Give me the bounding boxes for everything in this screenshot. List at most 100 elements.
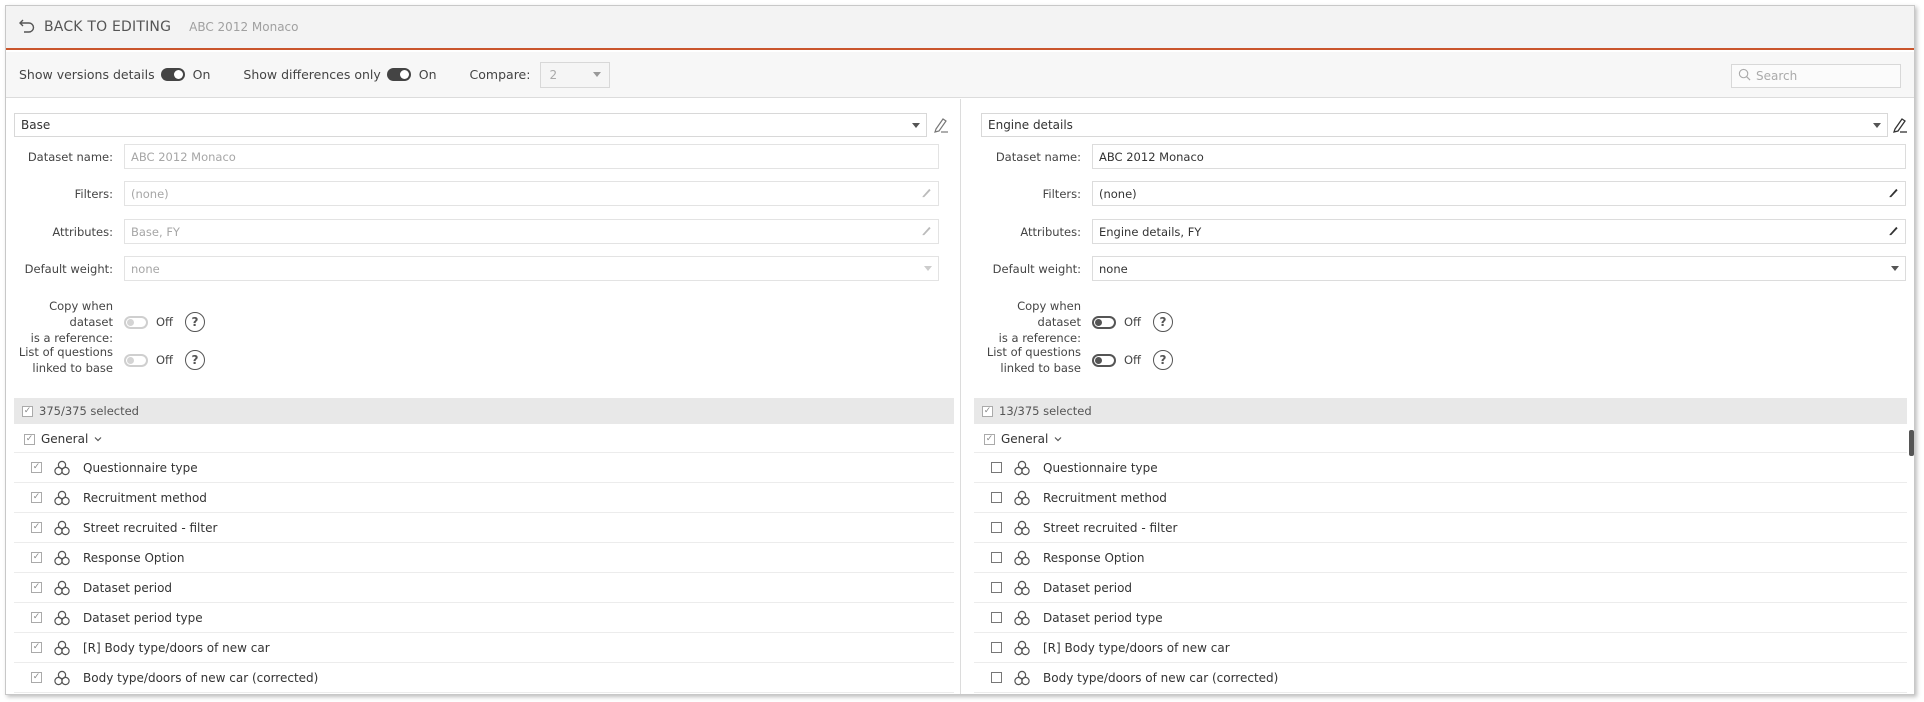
- item-label: Body type/doors of new car (corrected): [83, 670, 319, 685]
- copy-reference-toggle[interactable]: [1092, 315, 1116, 329]
- variable-cluster-icon: [1014, 610, 1030, 625]
- version-select[interactable]: Engine details: [981, 113, 1888, 137]
- version-select[interactable]: Base: [14, 113, 927, 137]
- item-checkbox[interactable]: [991, 612, 1002, 623]
- variable-cluster-icon: [1014, 520, 1030, 535]
- linked-base-label-line1: List of questions: [986, 345, 1081, 359]
- show-versions-state: On: [192, 67, 211, 82]
- item-checkbox: [31, 492, 42, 503]
- list-item[interactable]: Dataset period: [974, 573, 1907, 603]
- filters-value: (none): [1099, 186, 1137, 201]
- variable-cluster-icon: [1014, 460, 1030, 475]
- item-checkbox[interactable]: [991, 582, 1002, 593]
- help-icon[interactable]: ?: [1152, 312, 1173, 332]
- select-all-checkbox[interactable]: [982, 405, 993, 417]
- filters-label: Filters:: [1042, 186, 1081, 201]
- filters-field[interactable]: (none): [1092, 181, 1906, 206]
- help-icon[interactable]: ?: [184, 350, 205, 370]
- list-item[interactable]: Body type/doors of new car (corrected): [974, 663, 1907, 693]
- show-differences-toggle[interactable]: [386, 68, 411, 81]
- list-item[interactable]: Questionnaire type: [974, 453, 1907, 483]
- group-label: General: [41, 432, 89, 446]
- item-checkbox[interactable]: [991, 642, 1002, 653]
- help-icon[interactable]: ?: [1152, 350, 1173, 370]
- default-weight-row: Default weight: none: [974, 256, 1906, 281]
- linked-base-label-line1: List of questions: [18, 345, 113, 359]
- group-checkbox[interactable]: [984, 433, 995, 445]
- attributes-field[interactable]: Engine details, FY: [1092, 219, 1906, 244]
- default-weight-label: Default weight:: [992, 261, 1081, 276]
- dataset-name-label: Dataset name:: [27, 149, 113, 164]
- selection-summary-bar: 375/375 selected: [14, 398, 954, 424]
- variable-cluster-icon: [1014, 670, 1030, 685]
- item-checkbox[interactable]: [991, 462, 1002, 473]
- linked-base-toggle: [124, 353, 148, 367]
- variable-cluster-icon: [54, 610, 70, 625]
- dataset-name-row: Dataset name: ABC 2012 Monaco: [6, 144, 939, 169]
- question-list: Questionnaire type Recruitment method St…: [974, 453, 1907, 693]
- list-item[interactable]: [R] Body type/doors of new car: [974, 633, 1907, 663]
- copy-reference-row: Copy when dataset is a reference: Off ?: [974, 298, 1173, 346]
- filters-value: (none): [131, 186, 169, 201]
- edit-pen-icon[interactable]: [1891, 115, 1909, 135]
- variable-cluster-icon: [54, 490, 70, 505]
- variable-cluster-icon: [1014, 640, 1030, 655]
- list-item[interactable]: Recruitment method: [974, 483, 1907, 513]
- item-label: Questionnaire type: [83, 460, 198, 475]
- default-weight-row: Default weight: none: [6, 256, 939, 281]
- attributes-field: Base, FY: [124, 219, 939, 244]
- group-general[interactable]: General: [14, 426, 954, 453]
- selection-summary-bar: 13/375 selected: [974, 398, 1907, 424]
- copy-reference-label-line1: Copy when dataset: [49, 299, 113, 329]
- chevron-down-icon: [88, 432, 102, 446]
- item-checkbox[interactable]: [991, 672, 1002, 683]
- chevron-down-icon: [1048, 432, 1062, 446]
- item-checkbox: [31, 582, 42, 593]
- item-label: Dataset period: [83, 580, 173, 595]
- back-to-editing-button[interactable]: BACK TO EDITING: [18, 16, 171, 38]
- list-item[interactable]: Dataset period type: [974, 603, 1907, 633]
- item-checkbox[interactable]: [991, 492, 1002, 503]
- compare-select[interactable]: 2: [540, 61, 611, 88]
- item-checkbox: [31, 462, 42, 473]
- list-scrollbar[interactable]: [1909, 430, 1914, 456]
- show-versions-toggle[interactable]: [160, 68, 185, 81]
- pencil-icon[interactable]: [1888, 225, 1899, 239]
- copy-reference-toggle: [124, 315, 148, 329]
- item-checkbox[interactable]: [991, 552, 1002, 563]
- item-label: Recruitment method: [1043, 490, 1167, 505]
- help-icon[interactable]: ?: [184, 312, 205, 332]
- list-item[interactable]: Street recruited - filter: [974, 513, 1907, 543]
- item-label: Dataset period type: [1043, 610, 1163, 625]
- group-general[interactable]: General: [974, 426, 1907, 453]
- dataset-name-value: ABC 2012 Monaco: [1099, 149, 1204, 164]
- item-checkbox: [31, 642, 42, 653]
- copy-reference-row: Copy when dataset is a reference: Off ?: [6, 298, 205, 346]
- list-item[interactable]: Response Option: [974, 543, 1907, 573]
- pencil-icon[interactable]: [1888, 187, 1899, 201]
- search-input[interactable]: Search: [1731, 64, 1901, 88]
- linked-base-toggle[interactable]: [1092, 353, 1116, 367]
- dataset-name-label: Dataset name:: [995, 149, 1081, 164]
- item-checkbox: [31, 522, 42, 533]
- chevron-down-icon: [1891, 266, 1899, 271]
- list-item: Street recruited - filter: [14, 513, 954, 543]
- chevron-down-icon: [912, 122, 920, 128]
- list-item: Body type/doors of new car (corrected): [14, 663, 954, 693]
- undo-arrow-icon: [18, 16, 36, 38]
- selected-count: 13/375 selected: [999, 404, 1092, 418]
- linked-base-label: List of questions linked to base: [6, 344, 124, 376]
- item-label: [R] Body type/doors of new car: [83, 640, 270, 655]
- linked-base-state: Off: [156, 353, 173, 367]
- dataset-name-field[interactable]: ABC 2012 Monaco: [1092, 144, 1906, 169]
- linked-base-row: List of questions linked to base Off ?: [6, 344, 205, 376]
- chevron-down-icon: [1873, 122, 1881, 128]
- copy-reference-label: Copy when dataset is a reference:: [6, 298, 124, 346]
- attributes-row: Attributes: Base, FY: [6, 219, 939, 244]
- item-label: Recruitment method: [83, 490, 207, 505]
- show-differences-label: Show differences only: [243, 67, 381, 82]
- edit-pen-icon[interactable]: [932, 115, 950, 135]
- item-label: Questionnaire type: [1043, 460, 1158, 475]
- default-weight-select[interactable]: none: [1092, 256, 1906, 281]
- item-checkbox[interactable]: [991, 522, 1002, 533]
